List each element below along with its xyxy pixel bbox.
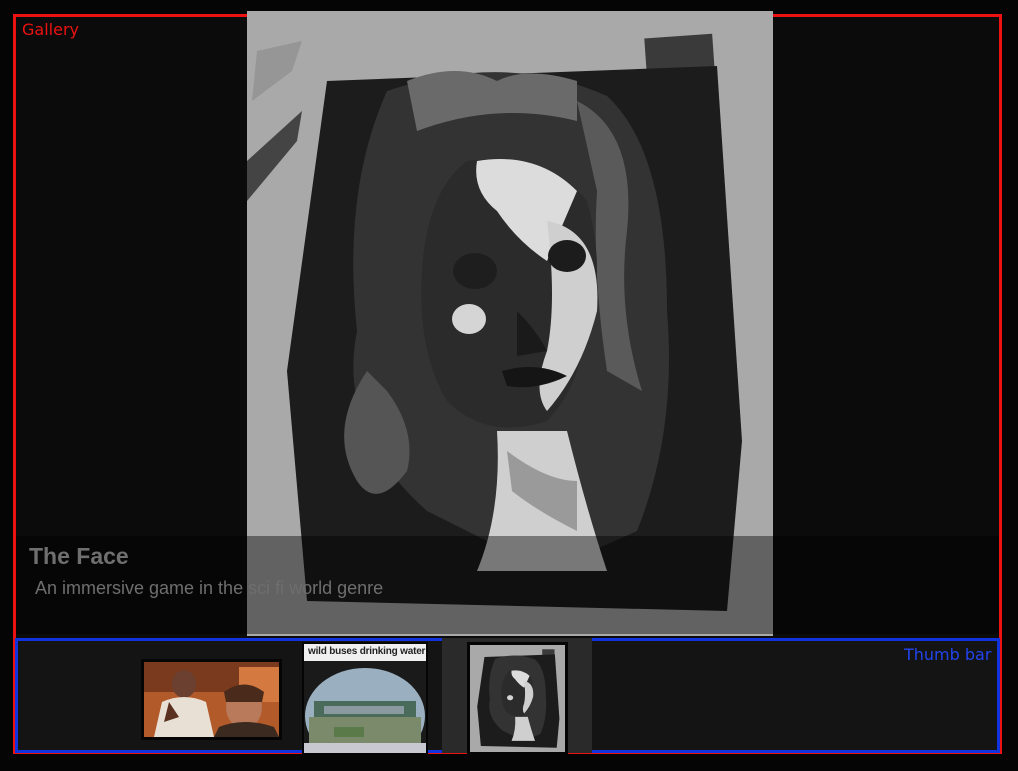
gallery-label: Gallery xyxy=(22,20,79,39)
thumb-bar-label: Thumb bar xyxy=(904,645,992,664)
thumbnail-caption: wild buses drinking water xyxy=(308,646,426,657)
image-description: An immersive game in the sci fi world ge… xyxy=(35,578,384,598)
thumbnail-3[interactable] xyxy=(467,642,568,755)
game-scene-thumbnail-image xyxy=(144,662,279,737)
image-title: The Face xyxy=(29,543,129,569)
portrait-painting-thumbnail-image xyxy=(470,645,565,752)
bus-photo-thumbnail-image xyxy=(304,661,426,753)
thumbnail-2[interactable]: wild buses drinking water xyxy=(302,642,428,755)
thumbnail-1[interactable] xyxy=(141,659,282,740)
